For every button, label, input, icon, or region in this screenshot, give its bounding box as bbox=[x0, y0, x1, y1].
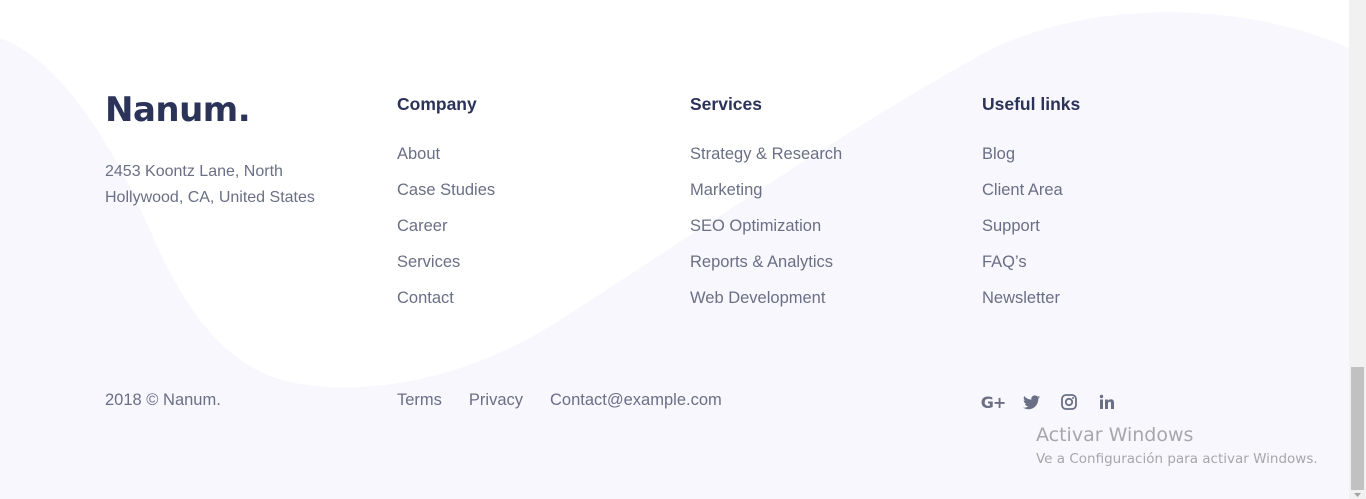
case-studies-link[interactable]: Case Studies bbox=[397, 181, 495, 199]
client-area-link[interactable]: Client Area bbox=[982, 181, 1063, 199]
faqs-link[interactable]: FAQ’s bbox=[982, 253, 1027, 271]
copyright: 2018 © Nanum. bbox=[105, 391, 221, 409]
social-links: G+ bbox=[980, 392, 1118, 412]
footer: Nanum. 2453 Koontz Lane, North Hollywood… bbox=[0, 0, 1349, 499]
useful-links-heading: Useful links bbox=[982, 94, 1081, 114]
windows-activation-watermark: Activar Windows Ve a Configuración para … bbox=[1036, 424, 1318, 469]
company-column: Company About Case Studies Career Servic… bbox=[397, 93, 627, 323]
brand-logo[interactable]: Nanum. bbox=[105, 90, 251, 130]
marketing-link[interactable]: Marketing bbox=[690, 181, 762, 199]
services-heading: Services bbox=[690, 94, 763, 114]
scroll-down-arrow[interactable] bbox=[1349, 490, 1366, 499]
company-address: 2453 Koontz Lane, North Hollywood, CA, U… bbox=[105, 163, 315, 206]
contact-link[interactable]: Contact bbox=[397, 289, 454, 307]
instagram-icon[interactable] bbox=[1058, 392, 1080, 412]
company-heading: Company bbox=[397, 94, 477, 114]
watermark-title: Activar Windows bbox=[1036, 424, 1194, 446]
terms-link[interactable]: Terms bbox=[397, 391, 442, 409]
strategy-research-link[interactable]: Strategy & Research bbox=[690, 145, 842, 163]
linkedin-icon[interactable] bbox=[1096, 392, 1118, 412]
career-link[interactable]: Career bbox=[397, 217, 447, 235]
google-plus-label: G+ bbox=[980, 392, 1007, 412]
support-link[interactable]: Support bbox=[982, 217, 1040, 235]
services-link[interactable]: Services bbox=[397, 253, 460, 271]
scrollbar-thumb[interactable] bbox=[1351, 367, 1364, 490]
legal-links: Terms Privacy Contact@example.com bbox=[397, 389, 749, 411]
reports-analytics-link[interactable]: Reports & Analytics bbox=[690, 253, 833, 271]
google-plus-icon[interactable]: G+ bbox=[980, 392, 1007, 412]
about-link[interactable]: About bbox=[397, 145, 440, 163]
seo-optimization-link[interactable]: SEO Optimization bbox=[690, 217, 821, 235]
blog-link[interactable]: Blog bbox=[982, 145, 1015, 163]
useful-links-column: Useful links Blog Client Area Support FA… bbox=[982, 93, 1212, 323]
twitter-icon[interactable] bbox=[1020, 392, 1042, 412]
newsletter-link[interactable]: Newsletter bbox=[982, 289, 1060, 307]
privacy-link[interactable]: Privacy bbox=[469, 391, 523, 409]
vertical-scrollbar[interactable] bbox=[1349, 0, 1366, 499]
watermark-subtitle: Ve a Configuración para activar Windows. bbox=[1036, 451, 1318, 467]
contact-email-link[interactable]: Contact@example.com bbox=[550, 391, 722, 409]
web-development-link[interactable]: Web Development bbox=[690, 289, 825, 307]
services-column: Services Strategy & Research Marketing S… bbox=[690, 93, 920, 323]
